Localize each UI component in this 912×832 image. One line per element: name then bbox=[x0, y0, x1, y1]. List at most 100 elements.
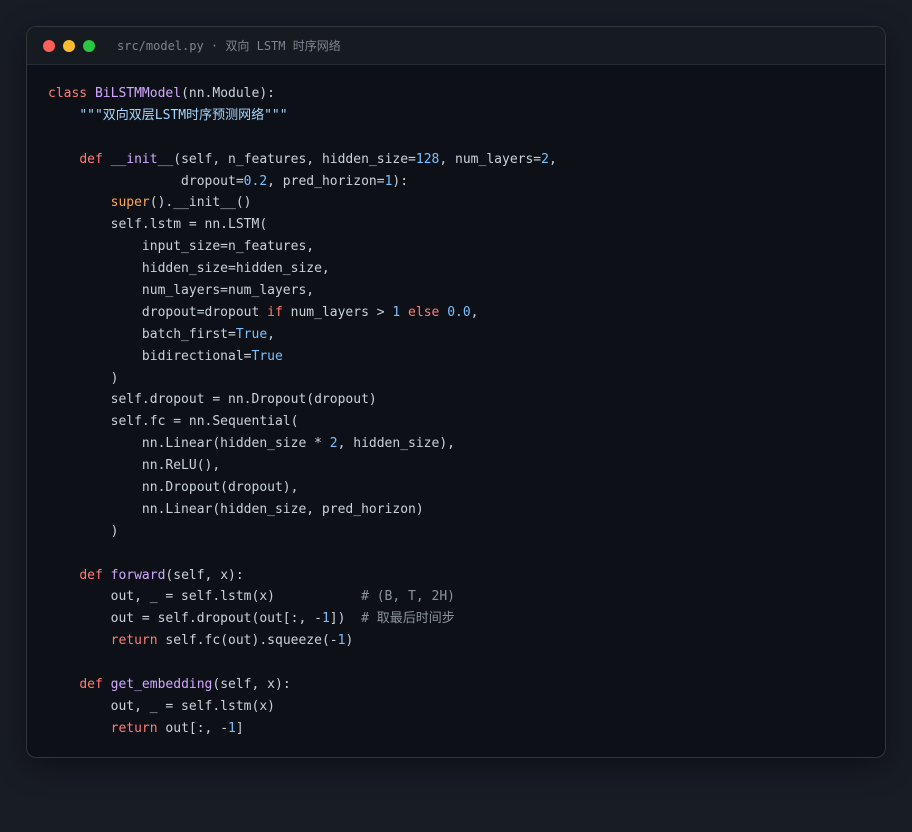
code-token: (self, x): bbox=[212, 677, 291, 693]
window-title: src/model.py · 双向 LSTM 时序网络 bbox=[117, 39, 341, 53]
code-token: bidirectional= bbox=[48, 348, 252, 364]
code-token: (nn.Module): bbox=[181, 86, 275, 101]
code-token: ] bbox=[235, 720, 244, 736]
code-token: ) bbox=[345, 633, 354, 649]
code-token: 0.2 bbox=[243, 173, 268, 189]
code-token: out = self.dropout(out[:, - bbox=[48, 611, 322, 627]
code-line: ) bbox=[48, 368, 885, 390]
code-token: , num_layers= bbox=[439, 151, 542, 167]
code-line: super().__init__() bbox=[48, 192, 885, 214]
code-token: def bbox=[79, 677, 111, 693]
code-line: nn.Linear(hidden_size, pred_horizon) bbox=[48, 499, 885, 521]
code-token: # (B, T, 2H) bbox=[361, 589, 455, 605]
code-line: def forward(self, x): bbox=[48, 565, 885, 587]
code-token: , bbox=[470, 304, 479, 320]
code-line: nn.Linear(hidden_size * 2, hidden_size), bbox=[48, 433, 885, 455]
code-token: out[:, - bbox=[157, 720, 229, 736]
code-line: def get_embedding(self, x): bbox=[48, 674, 885, 696]
code-line: out = self.dropout(out[:, -1]) # 取最后时间步 bbox=[48, 608, 885, 630]
code-token: ]) bbox=[329, 611, 362, 627]
code-token: , hidden_size), bbox=[337, 436, 455, 452]
code-block: class BiLSTMModel(nn.Module): """双向双层LST… bbox=[27, 65, 885, 740]
code-line: batch_first=True, bbox=[48, 324, 885, 346]
code-line: class BiLSTMModel(nn.Module): bbox=[48, 83, 885, 105]
code-line: out, _ = self.lstm(x) bbox=[48, 696, 885, 718]
code-token: dropout=dropout bbox=[48, 304, 268, 320]
code-line: return self.fc(out).squeeze(-1) bbox=[48, 630, 885, 652]
code-token: out, _ = self.lstm(x) bbox=[48, 698, 275, 714]
code-token: (self, x): bbox=[165, 567, 244, 583]
code-token: if bbox=[267, 304, 283, 320]
code-line: self.fc = nn.Sequential( bbox=[48, 411, 885, 433]
code-line: num_layers=num_layers, bbox=[48, 280, 885, 302]
code-token: True bbox=[251, 348, 283, 364]
code-token: get_embedding bbox=[110, 677, 213, 693]
code-token: 1 bbox=[228, 720, 236, 736]
code-token: out, _ = self.lstm(x) bbox=[48, 589, 362, 605]
code-token: self.fc = nn.Sequential( bbox=[48, 414, 299, 430]
code-token: self.fc(out).squeeze(- bbox=[157, 633, 338, 649]
code-line: self.dropout = nn.Dropout(dropout) bbox=[48, 389, 885, 411]
code-line: ) bbox=[48, 521, 885, 543]
code-token: else bbox=[408, 304, 440, 320]
maximize-window-button[interactable] bbox=[83, 39, 95, 52]
code-token: dropout= bbox=[48, 173, 244, 189]
code-token: self.dropout = nn.Dropout(dropout) bbox=[48, 392, 377, 408]
code-token: num_layers=num_layers, bbox=[48, 283, 315, 299]
code-token: 0.0 bbox=[447, 304, 471, 320]
code-token: , bbox=[267, 326, 275, 342]
close-window-button[interactable] bbox=[43, 39, 55, 52]
code-line: nn.ReLU(), bbox=[48, 455, 885, 477]
code-token: __init__ bbox=[110, 151, 174, 167]
code-token: nn.Dropout(dropout), bbox=[48, 480, 299, 496]
code-token: forward bbox=[110, 567, 166, 583]
code-token: return bbox=[110, 633, 158, 649]
code-token: num_layers > bbox=[282, 304, 393, 320]
code-token: , bbox=[548, 151, 557, 167]
code-token: return bbox=[110, 720, 158, 736]
code-token: BiLSTMModel bbox=[94, 86, 182, 101]
code-token: batch_first= bbox=[48, 326, 236, 342]
code-line: input_size=n_features, bbox=[48, 236, 885, 258]
code-token: nn.Linear(hidden_size * bbox=[48, 436, 330, 452]
code-token: # 取最后时间步 bbox=[361, 611, 455, 627]
code-line: bidirectional=True bbox=[48, 346, 885, 368]
code-token: 128 bbox=[415, 151, 440, 167]
code-token: ) bbox=[48, 523, 119, 539]
code-token: """双向双层LSTM时序预测网络""" bbox=[79, 107, 288, 123]
code-token: ) bbox=[48, 370, 119, 386]
code-token: , pred_horizon= bbox=[267, 173, 385, 189]
code-token: super bbox=[110, 195, 150, 211]
code-token: self.lstm = nn.LSTM( bbox=[48, 217, 268, 233]
code-line: dropout=0.2, pred_horizon=1): bbox=[48, 171, 885, 193]
code-token: ().__init__() bbox=[149, 195, 252, 211]
code-token: nn.ReLU(), bbox=[48, 458, 221, 474]
code-token: nn.Linear(hidden_size, pred_horizon) bbox=[48, 501, 424, 517]
code-token: def bbox=[79, 151, 111, 167]
code-token: 2 bbox=[541, 151, 549, 167]
code-line: return out[:, -1] bbox=[48, 718, 885, 740]
code-line: """双向双层LSTM时序预测网络""" bbox=[48, 105, 885, 127]
code-token: hidden_size=hidden_size, bbox=[48, 261, 330, 277]
code-line: nn.Dropout(dropout), bbox=[48, 477, 885, 499]
code-line: out, _ = self.lstm(x) # (B, T, 2H) bbox=[48, 586, 885, 608]
code-token: class bbox=[48, 86, 95, 101]
code-line: self.lstm = nn.LSTM( bbox=[48, 214, 885, 236]
minimize-window-button[interactable] bbox=[63, 39, 75, 52]
code-token: (self, n_features, hidden_size= bbox=[173, 151, 416, 167]
code-line: hidden_size=hidden_size, bbox=[48, 258, 885, 280]
code-line: dropout=dropout if num_layers > 1 else 0… bbox=[48, 302, 885, 324]
code-line: def __init__(self, n_features, hidden_si… bbox=[48, 149, 885, 171]
code-token: 2 bbox=[329, 436, 338, 452]
